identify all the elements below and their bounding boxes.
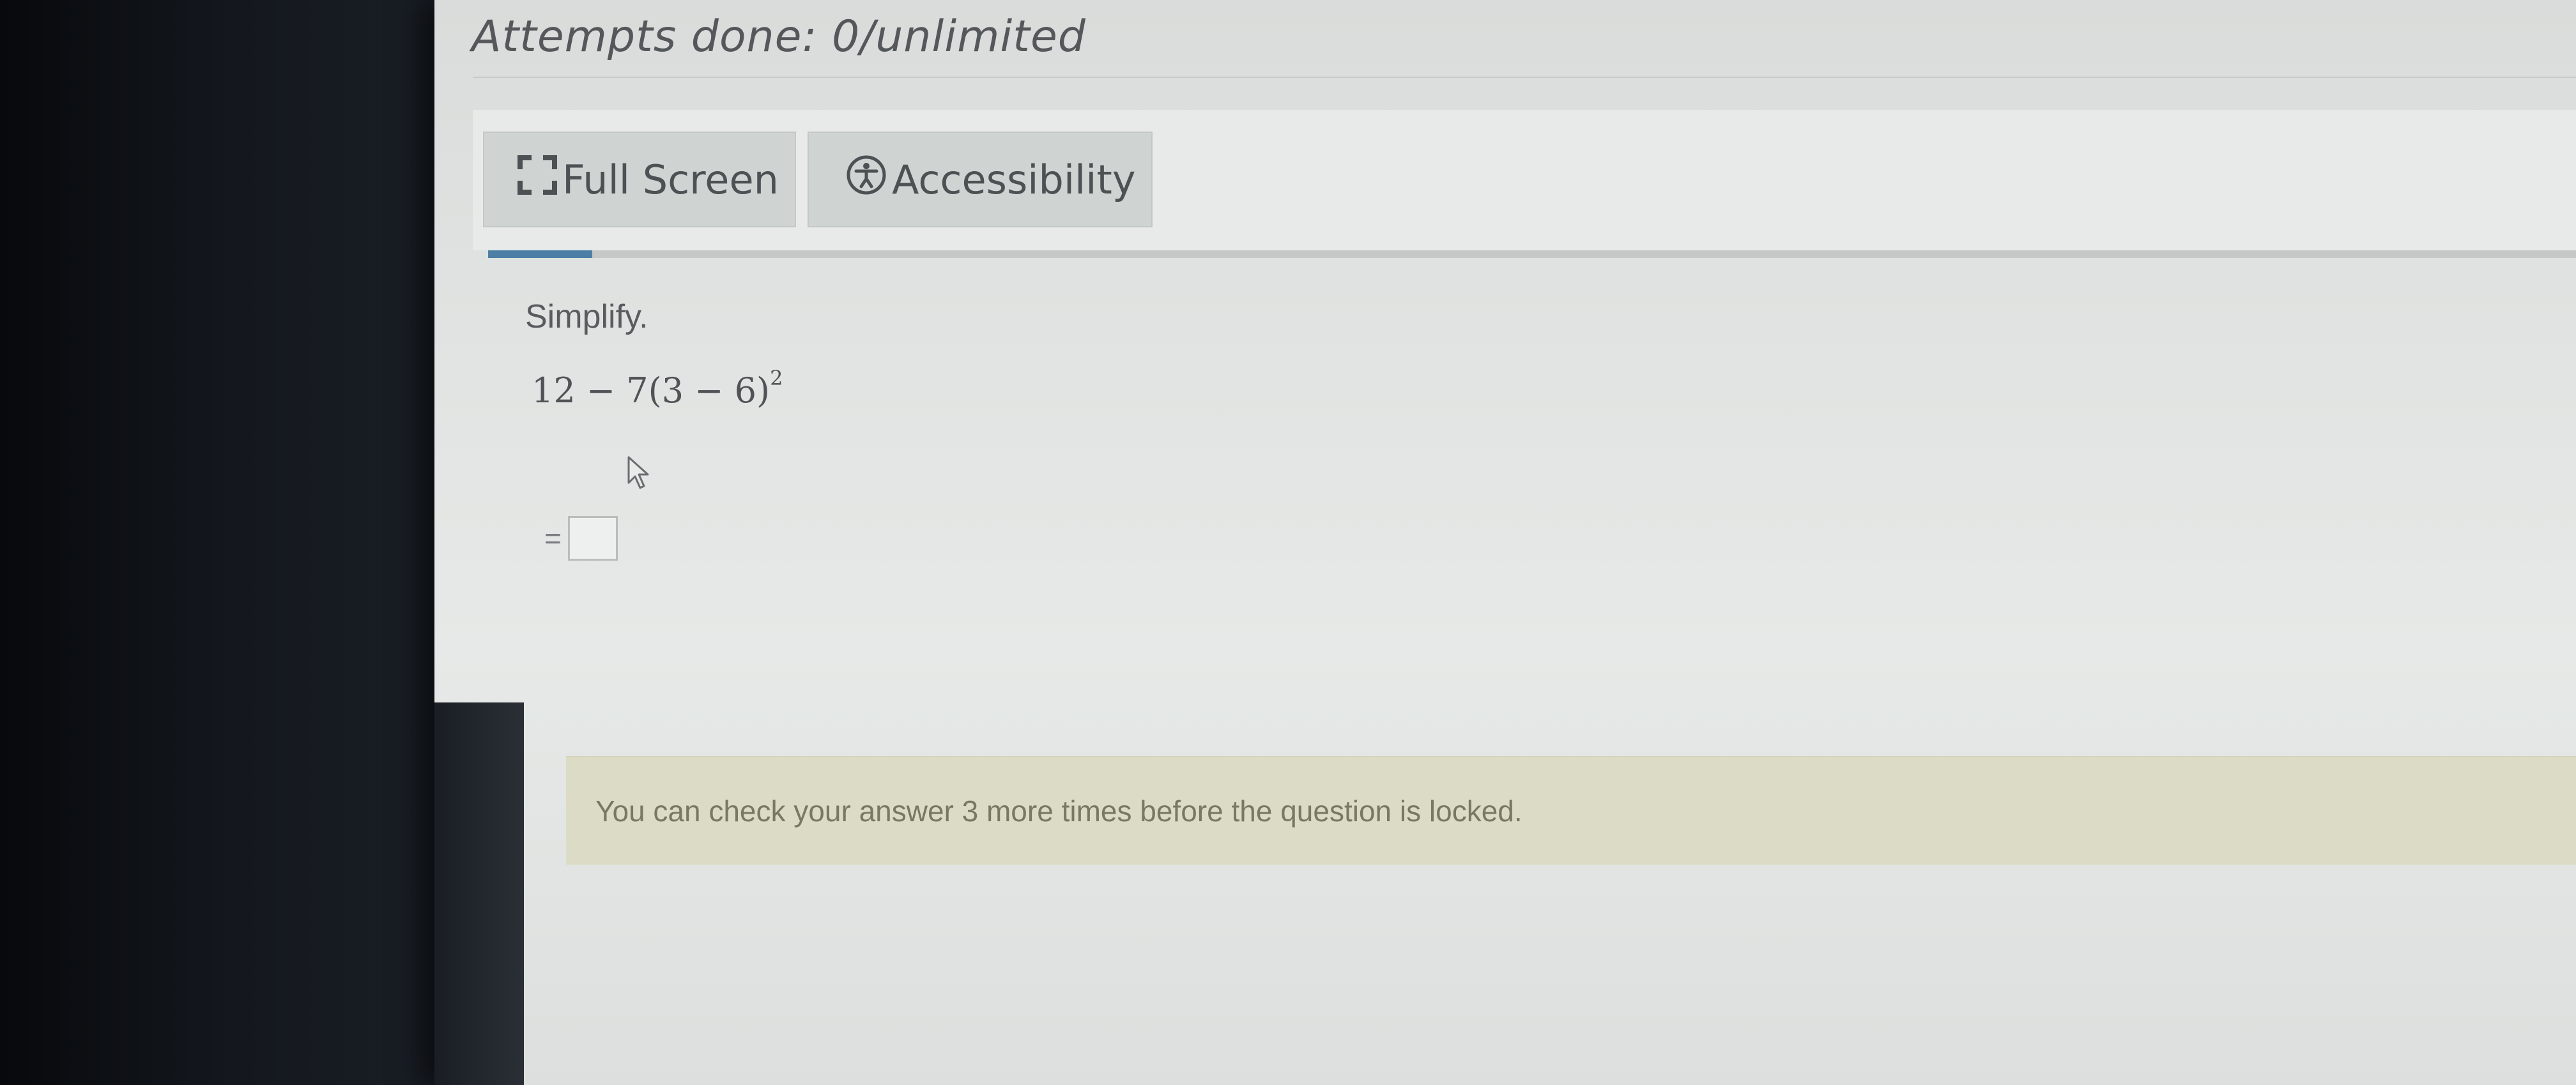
- math-expression: 12 − 7(3 − 6)2: [532, 366, 783, 411]
- progress-fill: [488, 250, 593, 258]
- answer-input[interactable]: [567, 516, 618, 561]
- attempts-notice: You can check your answer 3 more times b…: [566, 756, 2576, 865]
- header-divider: [473, 77, 2576, 78]
- expression-base: 12 − 7(3 − 6): [532, 370, 770, 411]
- answer-row: =: [544, 516, 618, 561]
- expression-exponent: 2: [770, 366, 783, 390]
- bezel-shadow: [434, 702, 524, 1085]
- accessibility-icon: [846, 155, 887, 205]
- fullscreen-icon: [518, 155, 557, 204]
- full-screen-button[interactable]: Full Screen: [483, 132, 796, 227]
- full-screen-label: Full Screen: [562, 156, 779, 203]
- question-prompt: Simplify.: [525, 298, 648, 335]
- attempts-counter: Attempts done: 0/unlimited: [471, 11, 1086, 62]
- accessibility-label: Accessibility: [892, 156, 1136, 203]
- progress-bar: [488, 250, 2576, 258]
- mouse-cursor-icon: [626, 455, 652, 494]
- accessibility-button[interactable]: Accessibility: [808, 132, 1153, 227]
- notice-text: You can check your answer 3 more times b…: [595, 794, 1522, 828]
- equals-sign: =: [544, 522, 562, 555]
